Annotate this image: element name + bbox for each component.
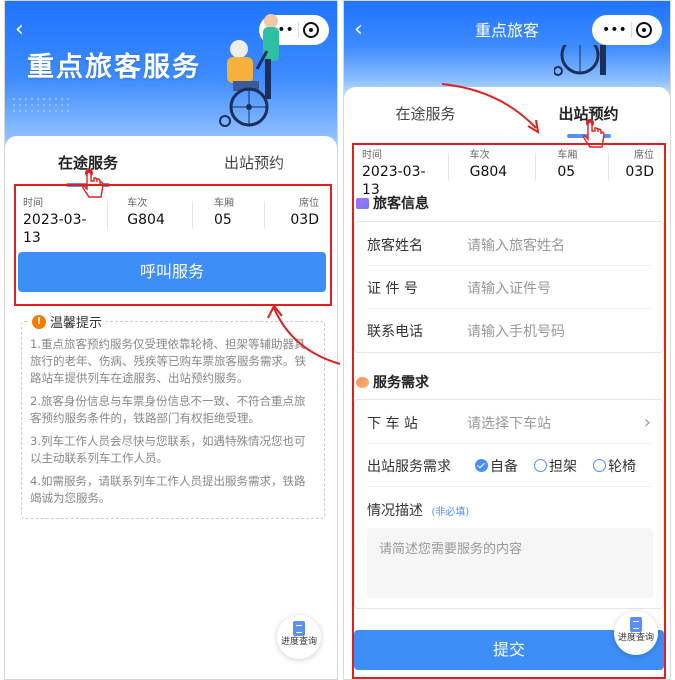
- dots-decoration: [11, 96, 71, 116]
- tip-item: 2.旅客身份信息与车票身份信息不一致、不符合重点旅客预约服务条件的，铁路部门有权…: [30, 394, 306, 425]
- progress-query-button[interactable]: 进度查询: [277, 615, 321, 659]
- warning-icon: !: [32, 314, 46, 329]
- close-miniapp-icon[interactable]: [302, 22, 319, 38]
- more-icon[interactable]: •••: [602, 22, 627, 38]
- highlight-box: [14, 184, 332, 306]
- miniapp-capsule[interactable]: •••: [592, 15, 662, 45]
- page-title: 重点旅客服务: [27, 52, 201, 83]
- tip-item: 4.如需服务，请联系列车工作人员提出服务需求，铁路竭诚为您服务。: [30, 474, 306, 505]
- close-miniapp-icon[interactable]: [635, 22, 652, 38]
- tab-bar: 在途服务 出站预约: [5, 140, 337, 187]
- wheelchair-illustration-partial: [554, 45, 606, 76]
- wheelchair-illustration: [219, 14, 279, 127]
- document-icon: [293, 621, 305, 636]
- tab-exit-booking[interactable]: 出站预约: [171, 152, 337, 173]
- tab-label: 出站预约: [223, 153, 284, 172]
- back-icon[interactable]: ‹: [15, 19, 24, 41]
- progress-query-label: 进度查询: [280, 637, 317, 647]
- arrow-to-exit-tab: [441, 83, 540, 134]
- highlight-box: [352, 143, 666, 679]
- tips-header: ! 温馨提示: [28, 312, 107, 331]
- tip-item: 3.列车工作人员会尽快与您联系，如遇特殊情况您也可以主动联系列车工作人员。: [30, 434, 306, 465]
- arrow-to-call-box: [267, 304, 341, 365]
- tips-title: 温馨提示: [50, 316, 103, 331]
